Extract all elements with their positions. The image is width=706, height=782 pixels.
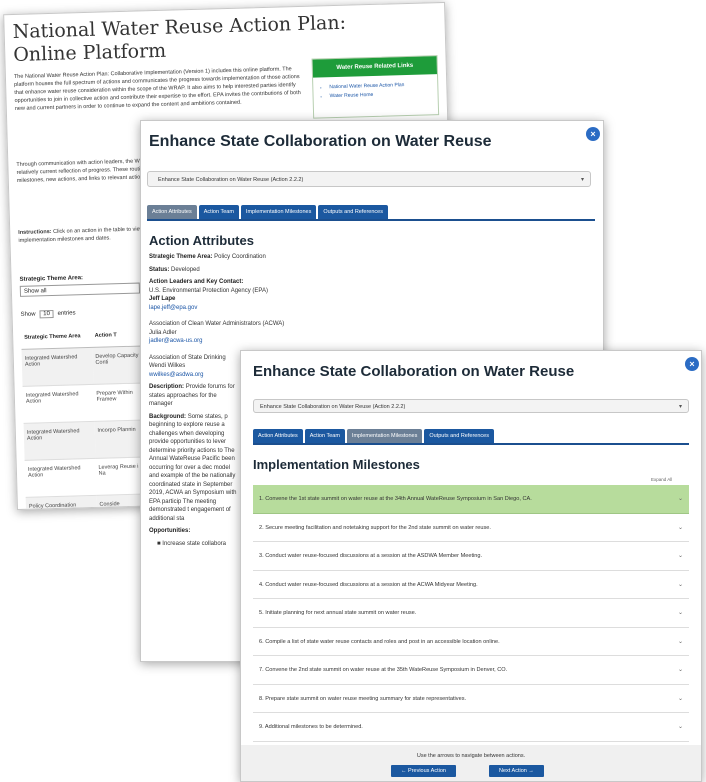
expand-all-link[interactable]: Expand All <box>651 477 672 482</box>
modal-tabs: Action Attributes Action Team Implementa… <box>253 429 689 445</box>
section-heading: Action Attributes <box>149 233 254 248</box>
related-links-heading: Water Reuse Related Links <box>312 56 438 78</box>
table-cell: Integrated Watershed Action <box>23 421 96 461</box>
modal-tabs: Action Attributes Action Team Implementa… <box>147 205 595 221</box>
milestone-item[interactable]: 2. Secure meeting facilitation and notet… <box>253 514 689 542</box>
org2: Association of Clean Water Administrator… <box>149 321 285 327</box>
theme-value: Policy Coordination <box>214 254 266 260</box>
milestone-text: 8. Prepare state summit on water reuse m… <box>259 695 467 702</box>
milestone-item[interactable]: 7. Convene the 2nd state summit on water… <box>253 656 689 685</box>
milestone-item[interactable]: 3. Conduct water reuse-focused discussio… <box>253 542 689 571</box>
instructions-label: Instructions: <box>18 229 52 236</box>
milestone-text: 2. Secure meeting facilitation and notet… <box>259 524 491 531</box>
milestones-modal: Enhance State Collaboration on Water Reu… <box>240 350 702 782</box>
opportunity-text: Increase state collabora <box>162 540 226 547</box>
tab-action-team[interactable]: Action Team <box>198 205 239 219</box>
chevron-down-icon: ⌄ <box>677 553 683 559</box>
table-row[interactable]: Policy Coordination Conside <box>25 493 157 511</box>
milestone-item[interactable]: 9. Additional milestones to be determine… <box>253 713 689 742</box>
milestone-item[interactable]: 8. Prepare state summit on water reuse m… <box>253 685 689 713</box>
leader-name: Jeff Lape <box>149 296 176 302</box>
chevron-down-icon: ⌄ <box>677 724 683 730</box>
tab-implementation-milestones[interactable]: Implementation Milestones <box>240 205 317 219</box>
related-link[interactable]: Water Reuse Home <box>329 89 437 101</box>
leaders-label: Action Leaders and Key Contact: <box>149 279 244 285</box>
org3: Association of State Drinking <box>149 354 226 361</box>
table-row[interactable]: Integrated Watershed Action Prepare With… <box>22 382 154 424</box>
status-label: Status: <box>149 266 170 273</box>
table-cell: Integrated Watershed Action <box>22 384 95 424</box>
milestone-text: 1. Convene the 1st state summit on water… <box>259 496 532 502</box>
description-label: Description: <box>149 384 185 390</box>
chevron-down-icon: ▾ <box>580 177 584 183</box>
milestone-text: 7. Convene the 2nd state summit on water… <box>259 667 508 673</box>
chevron-down-icon: ⌄ <box>677 695 683 702</box>
milestone-list: 1. Convene the 1st state summit on water… <box>253 485 689 742</box>
milestone-text: 9. Additional milestones to be determine… <box>259 724 363 730</box>
nav-hint: Use the arrows to navigate between actio… <box>416 753 526 759</box>
next-action-button[interactable]: Next Action → <box>489 765 544 777</box>
milestone-text: 5. Initiate planning for next annual sta… <box>259 610 417 616</box>
milestone-item[interactable]: 4. Conduct water reuse-focused discussio… <box>253 571 689 599</box>
milestone-text: 3. Conduct water reuse-focused discussio… <box>259 553 483 559</box>
theme-label: Strategic Theme Area: <box>149 254 213 260</box>
chevron-down-icon: ⌄ <box>677 638 683 645</box>
milestone-text: 6. Compile a list of state water reuse c… <box>259 638 500 645</box>
chevron-down-icon: ⌄ <box>677 524 683 531</box>
tab-implementation-milestones[interactable]: Implementation Milestones <box>346 429 423 443</box>
milestone-text: 4. Conduct water reuse-focused discussio… <box>259 581 478 588</box>
table-cell: Integrated Watershed Action <box>21 347 94 387</box>
chevron-down-icon: ▾ <box>678 404 682 410</box>
column-header[interactable]: Strategic Theme Area <box>20 324 93 350</box>
entries-suffix: entries <box>57 310 76 317</box>
related-links-box: Water Reuse Related Links National Water… <box>311 55 440 119</box>
action-select[interactable]: Enhance State Collaboration on Water Reu… <box>147 171 591 187</box>
background-text: Some states, p beginning to explore reus… <box>149 413 237 522</box>
leader-email-link[interactable]: lape.jeff@epa.gov <box>149 305 197 311</box>
milestone-item[interactable]: 6. Compile a list of state water reuse c… <box>253 628 689 656</box>
org3-name: Wendi Wilkes <box>149 363 186 369</box>
table-row[interactable]: Integrated Watershed Action Incorpo Plan… <box>23 419 155 461</box>
background-label: Background: <box>149 413 187 420</box>
theme-filter-select[interactable]: Show all <box>19 282 141 297</box>
related-links-list: National Water Reuse Action Plan Water R… <box>323 80 437 101</box>
modal-title: Enhance State Collaboration on Water Reu… <box>253 363 575 380</box>
modal-title: Enhance State Collaboration on Water Reu… <box>149 133 492 150</box>
entries-control: Show 10 entries <box>20 309 76 319</box>
chevron-down-icon: ⌄ <box>677 610 683 616</box>
milestone-item[interactable]: 5. Initiate planning for next annual sta… <box>253 599 689 628</box>
leader-org: U.S. Environmental Protection Agency (EP… <box>149 287 268 294</box>
org2-name: Julia Adler <box>149 329 177 336</box>
modal-footer <box>241 745 701 781</box>
previous-action-button[interactable]: ← Previous Action <box>391 765 456 777</box>
org3-email-link[interactable]: wwilkes@asdwa.org <box>149 372 203 378</box>
theme-filter-label: Strategic Theme Area: <box>19 275 84 283</box>
close-icon[interactable]: × <box>685 357 699 371</box>
table-cell: Policy Coordination <box>25 495 98 511</box>
close-icon[interactable]: × <box>586 127 600 141</box>
opportunities-label: Opportunities: <box>149 528 191 534</box>
actions-table: Strategic Theme Area Action T Integrated… <box>20 323 157 511</box>
chevron-down-icon: ⌄ <box>677 581 683 588</box>
tab-action-attributes[interactable]: Action Attributes <box>253 429 303 443</box>
table-row[interactable]: Integrated Watershed Action Leverag Reus… <box>24 456 156 498</box>
tab-outputs-references[interactable]: Outputs and References <box>318 205 388 219</box>
action-select-value: Enhance State Collaboration on Water Reu… <box>260 404 406 410</box>
entries-select[interactable]: 10 <box>39 309 55 319</box>
tab-action-team[interactable]: Action Team <box>304 429 345 443</box>
table-row[interactable]: Integrated Watershed Action Develop Capa… <box>21 345 153 387</box>
milestone-item[interactable]: 1. Convene the 1st state summit on water… <box>253 485 689 514</box>
action-select-value: Enhance State Collaboration on Water Reu… <box>158 177 304 183</box>
chevron-down-icon: ⌄ <box>677 667 683 673</box>
chevron-down-icon: ⌄ <box>677 496 683 502</box>
section-heading: Implementation Milestones <box>253 457 420 472</box>
table-cell: Integrated Watershed Action <box>24 458 97 498</box>
org2-email-link[interactable]: jadler@acwa-us.org <box>149 338 202 344</box>
status-value: Developed <box>171 266 200 273</box>
entries-prefix: Show <box>20 311 36 318</box>
tab-outputs-references[interactable]: Outputs and References <box>424 429 494 443</box>
intro-paragraph: The National Water Reuse Action Plan: Co… <box>13 66 301 112</box>
action-select[interactable]: Enhance State Collaboration on Water Reu… <box>253 399 689 413</box>
tab-action-attributes[interactable]: Action Attributes <box>147 205 197 219</box>
